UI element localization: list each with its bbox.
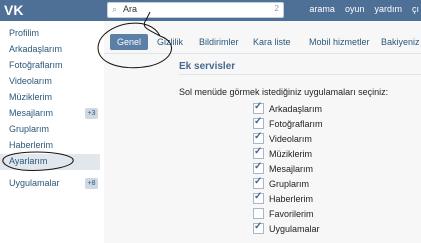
- checkbox-videos[interactable]: [253, 131, 264, 144]
- vk-logo[interactable]: VK: [4, 2, 40, 19]
- checkbox-messages[interactable]: [253, 161, 264, 174]
- menu-item-label: Haberlerim: [9, 140, 54, 150]
- menu-item-label: Uygulamalar: [9, 178, 60, 188]
- menu-item-label: Videolarım: [9, 76, 52, 86]
- top-link-logout[interactable]: çı: [412, 4, 419, 14]
- section-description: Sol menüde görmek istediğiniz uygulamala…: [179, 87, 389, 97]
- tab-general[interactable]: Genel: [110, 34, 149, 50]
- checkbox-photos[interactable]: [253, 116, 264, 129]
- checkbox-music[interactable]: [253, 146, 264, 159]
- services-checkbox-list: Arkadaşlarım Fotoğraflarım Videolarım Mü…: [253, 101, 323, 236]
- menu-item-news[interactable]: Haberlerim: [0, 138, 100, 154]
- menu-item-label: Fotoğraflarım: [9, 60, 63, 70]
- menu-item-label: Ayarlarım: [9, 156, 48, 166]
- tab-notifications[interactable]: Bildirimler: [192, 34, 246, 50]
- search-text: Ara: [123, 4, 138, 14]
- checkbox-row[interactable]: Mesajlarım: [253, 161, 323, 176]
- menu-item-messages[interactable]: Mesajlarım +3: [0, 106, 100, 122]
- checkbox-apps[interactable]: [253, 221, 264, 234]
- section-divider: [179, 74, 421, 75]
- section-title: Ek servisler: [179, 61, 236, 72]
- search-count: 2: [274, 4, 279, 13]
- settings-tabs: Genel Gizlilik Bildirimler Kara liste Mo…: [104, 31, 421, 54]
- top-link-games[interactable]: oyun: [345, 4, 365, 14]
- top-bar: VK ⌕ Ara 2 arama oyun yardım çı: [0, 0, 421, 21]
- checkbox-row[interactable]: Fotoğraflarım: [253, 116, 323, 131]
- left-menu: Profilim Arkadaşlarım Fotoğraflarım Vide…: [0, 26, 100, 192]
- settings-panel: Genel Gizlilik Bildirimler Kara liste Mo…: [104, 21, 421, 243]
- menu-item-videos[interactable]: Videolarım: [0, 74, 100, 90]
- search-input[interactable]: ⌕ Ara 2: [107, 2, 284, 18]
- checkbox-row[interactable]: Arkadaşlarım: [253, 101, 323, 116]
- checkbox-label: Müziklerim: [269, 148, 313, 159]
- checkbox-row[interactable]: Gruplarım: [253, 176, 323, 191]
- checkbox-label: Gruplarım: [269, 178, 310, 189]
- menu-item-groups[interactable]: Gruplarım: [0, 122, 100, 138]
- tab-mobile-services[interactable]: Mobil hizmetler: [302, 34, 377, 50]
- menu-item-settings[interactable]: Ayarlarım: [0, 154, 100, 170]
- checkbox-news[interactable]: [253, 191, 264, 204]
- checkbox-row[interactable]: Haberlerim: [253, 191, 323, 206]
- checkbox-label: Mesajlarım: [269, 163, 314, 174]
- checkbox-label: Haberlerim: [269, 193, 314, 204]
- checkbox-row[interactable]: Uygulamalar: [253, 221, 323, 236]
- checkbox-friends[interactable]: [253, 101, 264, 114]
- tab-balance[interactable]: Bakiyeniz: [374, 34, 421, 50]
- checkbox-row[interactable]: Müziklerim: [253, 146, 323, 161]
- top-link-search[interactable]: arama: [309, 4, 335, 14]
- checkbox-row[interactable]: Favorilerim: [253, 206, 323, 221]
- top-links: arama oyun yardım çı: [309, 4, 419, 14]
- top-link-help[interactable]: yardım: [374, 4, 402, 14]
- menu-item-label: Profilim: [9, 28, 40, 38]
- checkbox-label: Fotoğraflarım: [269, 118, 323, 129]
- checkbox-label: Arkadaşlarım: [269, 103, 323, 114]
- menu-item-label: Gruplarım: [9, 124, 50, 134]
- messages-count-badge: +3: [85, 108, 98, 119]
- apps-count-badge: +8: [85, 178, 98, 189]
- checkbox-favorites[interactable]: [253, 208, 264, 219]
- menu-item-music[interactable]: Müziklerim: [0, 90, 100, 106]
- menu-item-friends[interactable]: Arkadaşlarım: [0, 42, 100, 58]
- checkbox-groups[interactable]: [253, 176, 264, 189]
- checkbox-label: Videolarım: [269, 133, 312, 144]
- checkbox-row[interactable]: Videolarım: [253, 131, 323, 146]
- menu-item-label: Arkadaşlarım: [9, 44, 63, 54]
- checkbox-label: Uygulamalar: [269, 223, 320, 234]
- menu-item-label: Mesajlarım: [9, 108, 54, 118]
- menu-item-apps[interactable]: Uygulamalar +8: [0, 176, 100, 192]
- tab-blacklist[interactable]: Kara liste: [246, 34, 298, 50]
- tab-privacy[interactable]: Gizlilik: [150, 34, 190, 50]
- menu-item-profile[interactable]: Profilim: [0, 26, 100, 42]
- menu-item-label: Müziklerim: [9, 92, 53, 102]
- search-icon: ⌕: [112, 4, 118, 14]
- checkbox-label: Favorilerim: [269, 208, 314, 219]
- menu-item-photos[interactable]: Fotoğraflarım: [0, 58, 100, 74]
